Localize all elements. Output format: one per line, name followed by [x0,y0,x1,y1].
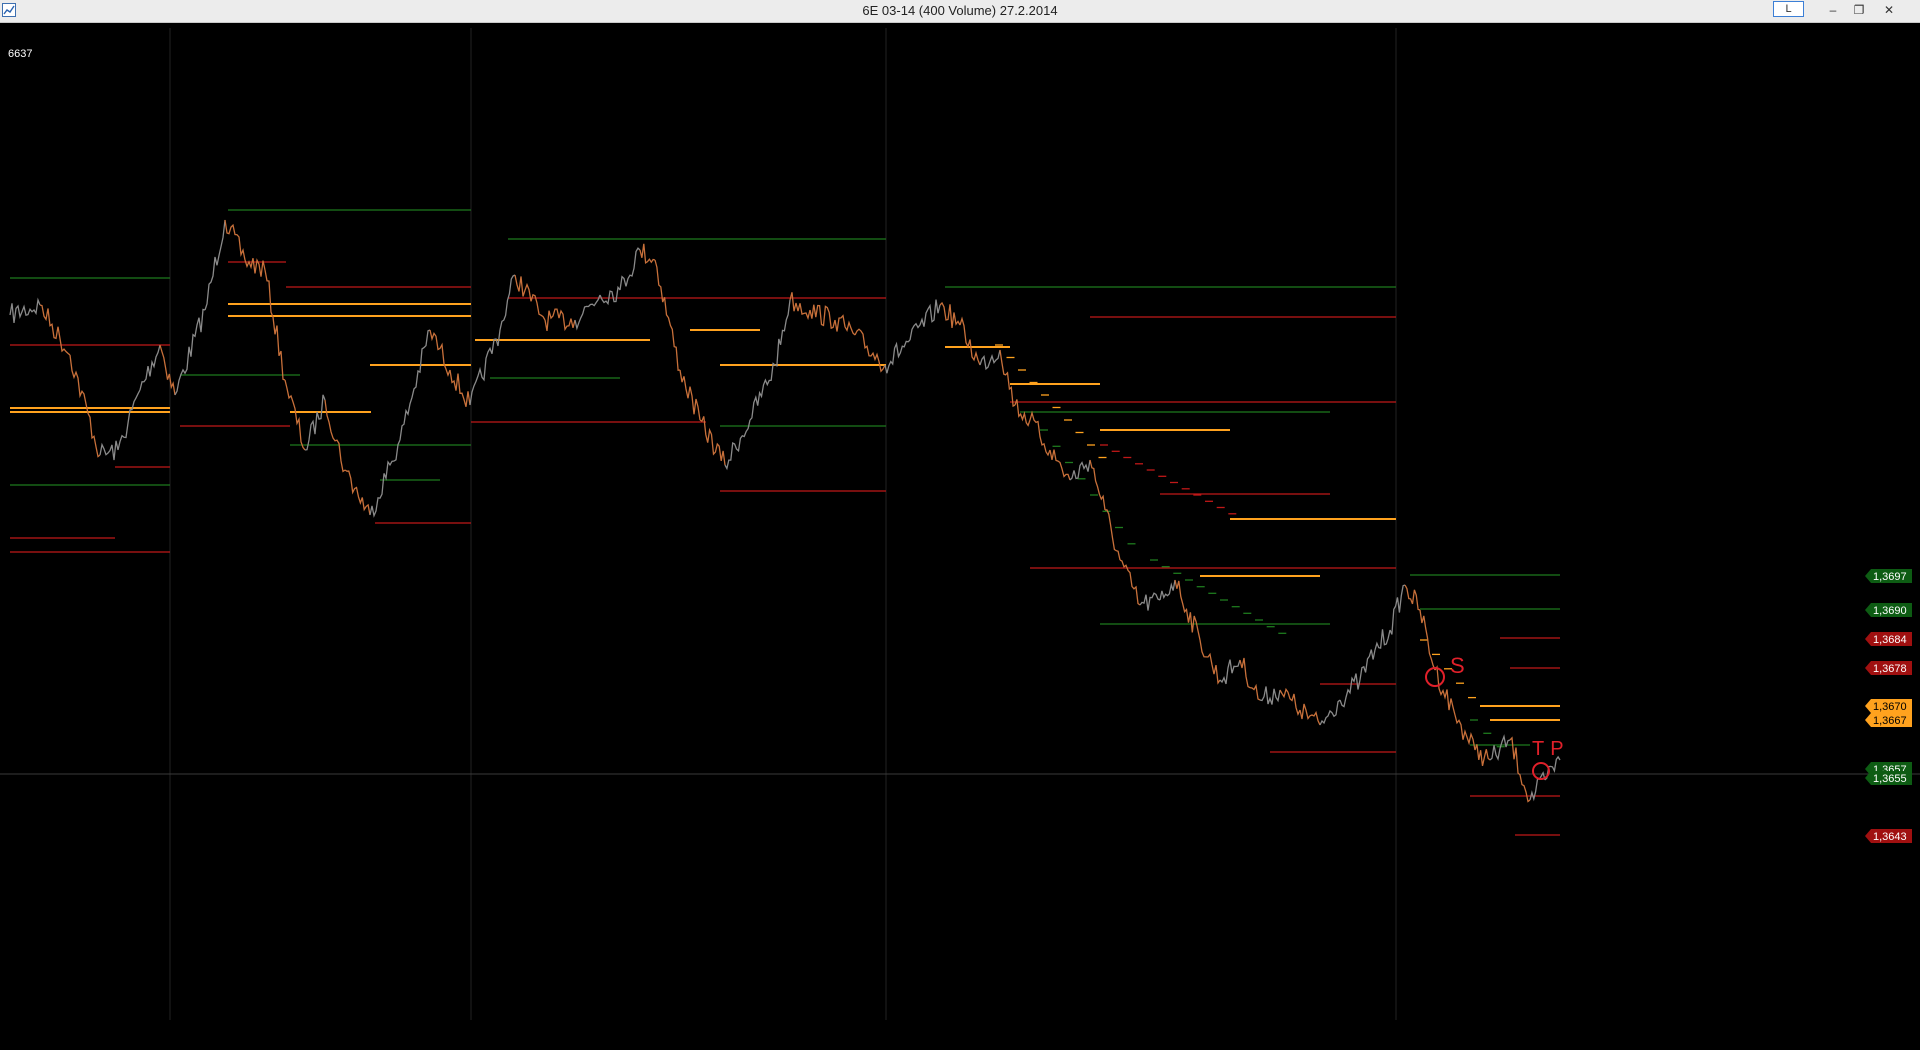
price-axis-label: 1,3643 [1873,831,1907,843]
price-segment [304,394,326,451]
price-axis-tag: 1,3684 [1865,632,1912,646]
price-segment [449,369,471,407]
price-segment [774,299,791,367]
price-segment [117,389,141,451]
price-segment [1279,687,1301,717]
restore-button[interactable]: ❐ [1848,1,1870,19]
price-segment [499,274,516,331]
price-segment [1339,673,1361,708]
price-axis-label: 1,3697 [1873,571,1907,583]
price-segment [1219,659,1241,685]
price-segment [429,329,451,378]
price-segment [1104,509,1121,561]
price-segment [1089,459,1106,511]
price-segment [999,349,1016,408]
price-segment [69,354,101,458]
price-segment [1174,579,1201,641]
price-segment [9,297,41,323]
price-segment [619,247,641,291]
title-bar: 6E 03-14 (400 Volume) 27.2.2014 L – ❐ ✕ [0,0,1920,23]
price-segment [1404,584,1421,611]
price-segment [324,399,346,473]
price-axis-label: 1,3690 [1873,605,1907,617]
price-axis-tag: 1,3667 [1865,713,1912,727]
price-segment [679,369,701,421]
price-axis: 1,3697 1,3690 1,3684 1,3678 1,3670 1,3667 1,36… [1865,569,1912,843]
price-segment [39,304,71,356]
price-axis-label: 1,3667 [1873,715,1907,727]
l-button[interactable]: L [1773,1,1804,17]
price-segment [399,329,431,441]
price-axis-label: 1,3684 [1873,634,1907,646]
support-resistance-levels [10,209,1560,836]
price-segment [244,258,266,277]
price-segment [574,294,601,331]
session-separators [169,28,1397,1020]
price-segment [1049,449,1071,481]
price-segment [654,259,681,372]
price-segment [1319,699,1341,726]
price-segment [544,308,576,332]
price-segment [1389,584,1406,635]
price-segment [369,439,401,518]
annotation-s: S [1450,653,1465,678]
price-segment [979,349,1001,371]
price-segment [224,219,246,261]
price-chart[interactable]: S TP 1,3697 1,3690 1,3684 1,3678 1,3670 1,366… [0,22,1920,1050]
price-axis-label: 1,3678 [1873,663,1907,675]
price-segment [1359,649,1376,681]
price-segment [344,469,371,516]
trade-annotations: S TP [1425,653,1570,780]
price-segment [939,301,961,328]
price-segment [204,219,226,311]
price-axis-tag: 1,3690 [1865,603,1912,617]
price-segment [1299,703,1321,726]
price-segment [174,308,206,396]
price-segment [1374,629,1391,651]
annotation-tp: TP [1532,738,1570,760]
window-title: 6E 03-14 (400 Volume) 27.2.2014 [862,3,1058,18]
price-axis-tag: 1,3655 [1865,771,1912,785]
price-axis-tag: 1,3643 [1865,829,1912,843]
price-segment [99,440,119,461]
price-segment [1259,686,1281,705]
price-segment [724,419,751,471]
price-segment [1199,639,1221,685]
price-segment [1489,734,1511,762]
price-segment [749,362,776,421]
price-segment [639,243,656,265]
price-segment [789,292,811,321]
close-button[interactable]: ✕ [1878,1,1900,19]
price-segment [159,344,176,396]
price-segment [1239,657,1261,701]
price-segment [599,285,621,306]
price-axis-tag: 1,3697 [1865,569,1912,583]
price-segment [1474,744,1491,767]
price-axis-tag: 1,3670 [1865,699,1912,713]
price-segment [959,316,981,366]
price-segment [884,339,911,374]
price-axis-label: 1,3670 [1873,701,1907,713]
price-segment [469,329,501,406]
price-line [9,219,1561,803]
entry-marker-circle [1425,667,1445,687]
price-segment [1509,736,1531,803]
price-segment [1139,592,1161,611]
price-segment [699,416,726,466]
price-segment [909,299,941,341]
minimize-button[interactable]: – [1822,1,1844,19]
price-segment [809,304,836,330]
price-segment [264,269,286,381]
price-segment [834,314,856,336]
price-segment [139,344,161,391]
price-segment [1119,559,1141,606]
price-segment [284,379,306,451]
price-segment [1029,410,1051,457]
price-axis-label: 1,3655 [1873,773,1907,785]
price-axis-tag: 1,3678 [1865,661,1912,675]
price-segment [1159,579,1176,601]
